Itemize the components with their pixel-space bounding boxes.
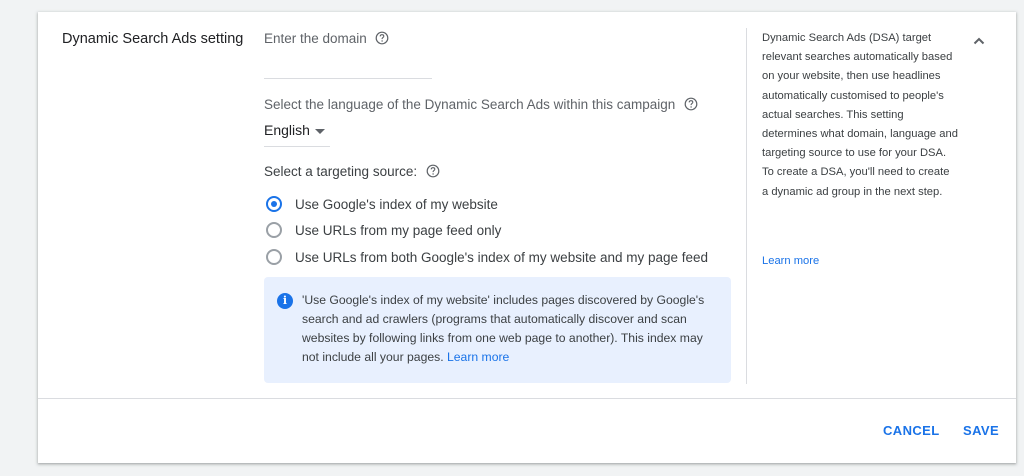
cancel-button[interactable]: CANCEL [883, 423, 940, 438]
targeting-label: Select a targeting source: [264, 164, 418, 179]
caret-down-icon [315, 129, 325, 134]
language-selected-value: English [264, 122, 310, 138]
radio-label: Use URLs from my page feed only [295, 222, 502, 238]
vertical-divider [746, 28, 747, 384]
sidebar-learn-more-link[interactable]: Learn more [762, 255, 819, 267]
radio-option-page-feed[interactable]: Use URLs from my page feed only [264, 218, 501, 242]
language-label-row: Select the language of the Dynamic Searc… [264, 96, 698, 114]
section-title: Dynamic Search Ads setting [62, 31, 244, 47]
radio-button[interactable] [266, 196, 282, 212]
info-text: 'Use Google's index of my website' inclu… [302, 291, 720, 367]
sidebar-description: Dynamic Search Ads (DSA) target relevant… [762, 32, 958, 198]
help-icon[interactable] [426, 164, 440, 178]
help-icon[interactable] [684, 97, 698, 111]
language-label: Select the language of the Dynamic Searc… [264, 97, 676, 112]
radio-label: Use Google's index of my website [295, 196, 498, 212]
radio-option-both[interactable]: Use URLs from both Google's index of my … [264, 245, 708, 269]
radio-option-google-index[interactable]: Use Google's index of my website [264, 192, 498, 216]
info-icon: i [277, 293, 293, 309]
chevron-up-icon[interactable] [972, 34, 986, 48]
targeting-label-row: Select a targeting source: [264, 163, 440, 181]
save-button[interactable]: SAVE [963, 423, 999, 438]
language-dropdown[interactable]: English [264, 122, 330, 147]
domain-label: Enter the domain [264, 31, 367, 46]
radio-button[interactable] [266, 249, 282, 265]
info-notice: i 'Use Google's index of my website' inc… [264, 277, 731, 383]
info-learn-more-link[interactable]: Learn more [447, 350, 509, 364]
radio-button[interactable] [266, 222, 282, 238]
domain-label-row: Enter the domain [264, 30, 389, 48]
footer-divider [38, 398, 1016, 399]
settings-form: Enter the domain Select the language of … [264, 12, 744, 398]
dsa-settings-card: Dynamic Search Ads setting Enter the dom… [38, 12, 1016, 463]
radio-label: Use URLs from both Google's index of my … [295, 249, 709, 265]
domain-input[interactable] [264, 78, 432, 79]
help-icon[interactable] [375, 31, 389, 45]
